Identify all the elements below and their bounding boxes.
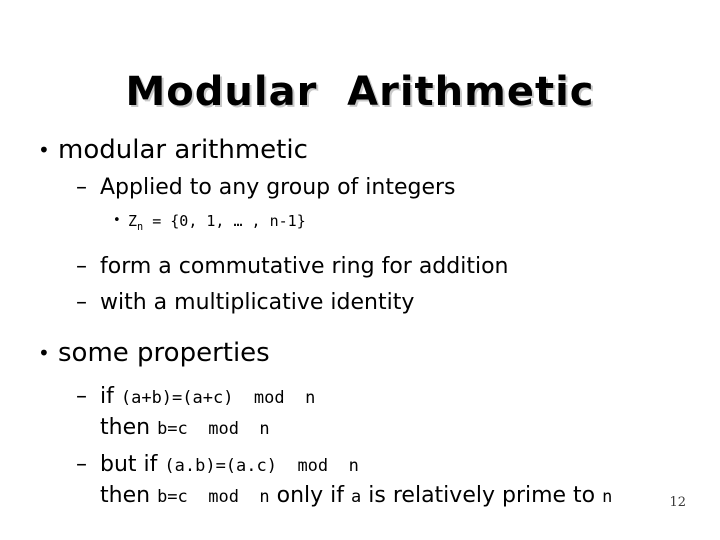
property-addition-condition: – if (a+b)=(a+c) mod n	[0, 382, 720, 413]
page-number: 12	[669, 495, 686, 510]
slide: Modular Arithmetic • modular arithmetic …	[0, 0, 720, 540]
bullet-modular-arithmetic: • modular arithmetic	[0, 133, 720, 167]
bullet-some-properties-label: some properties	[58, 338, 270, 368]
bullet-modular-arithmetic-label: modular arithmetic	[58, 135, 308, 165]
property-addition-result-expression: b=c mod n	[157, 419, 270, 439]
bullet-multiplicative-identity-label: with a multiplicative identity	[100, 290, 415, 315]
slide-body: • modular arithmetic – Applied to any gr…	[0, 133, 720, 512]
dash-marker-icon: –	[76, 254, 87, 279]
bullet-zn-definition: • Zn = {0, 1, … , n-1}	[0, 209, 720, 240]
dash-marker-icon: –	[76, 384, 87, 409]
property-multiplication-expression: (a.b)=(a.c) mod n	[164, 456, 359, 476]
dash-marker-icon: –	[76, 290, 87, 315]
bullet-multiplicative-identity: – with a multiplicative identity	[0, 288, 720, 318]
property-multiplication-lead: but if	[100, 452, 158, 477]
zn-symbol: Z	[128, 212, 138, 230]
bullet-commutative-ring: – form a commutative ring for addition	[0, 252, 720, 282]
small-bullet-marker-icon: •	[113, 213, 121, 228]
bullet-commutative-ring-label: form a commutative ring for addition	[100, 254, 509, 279]
zn-expression: = {0, 1, … , n-1}	[143, 212, 306, 230]
dash-marker-icon: –	[76, 175, 87, 200]
property-addition-result: then b=c mod n	[0, 413, 720, 444]
property-addition-lead: if	[100, 384, 114, 409]
property-addition-then: then	[100, 415, 151, 440]
bullet-some-properties: • some properties	[0, 336, 720, 370]
property-multiplication-condition: – but if (a.b)=(a.c) mod n	[0, 450, 720, 481]
bullet-marker-icon: •	[38, 138, 50, 162]
bullet-applied-to-integers-label: Applied to any group of integers	[100, 175, 456, 200]
slide-title: Modular Arithmetic	[125, 69, 595, 115]
bullet-applied-to-integers: – Applied to any group of integers	[0, 173, 720, 203]
bullet-marker-icon: •	[38, 341, 50, 365]
dash-marker-icon: –	[76, 452, 87, 477]
property-addition-expression: (a+b)=(a+c) mod n	[120, 388, 316, 408]
